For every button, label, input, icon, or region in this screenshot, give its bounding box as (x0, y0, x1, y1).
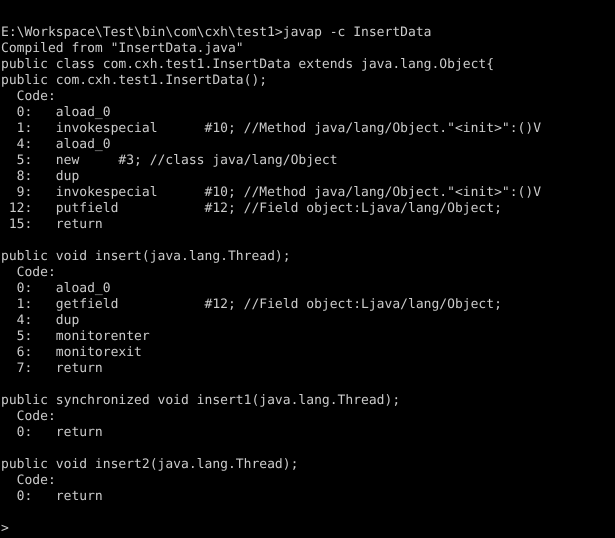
terminal-line: Code: (1, 265, 56, 280)
terminal-line: 0: aload_0 (1, 281, 111, 296)
terminal-window[interactable]: E:\Workspace\Test\bin\com\cxh\test1>java… (0, 0, 615, 538)
terminal-line: public synchronized void insert1(java.la… (1, 393, 401, 408)
terminal-line: Compiled from "InsertData.java" (1, 41, 244, 56)
terminal-line: 4: dup (1, 313, 80, 328)
terminal-line: 15: return (1, 217, 103, 232)
terminal-line: 12: putfield #12; //Field object:Ljava/l… (1, 201, 502, 216)
terminal-line: 5: new #3; //class java/lang/Object (1, 153, 338, 168)
terminal-output[interactable]: E:\Workspace\Test\bin\com\cxh\test1>java… (1, 25, 615, 537)
terminal-line: Code: (1, 409, 56, 424)
terminal-line: E:\Workspace\Test\bin\com\cxh\test1>java… (1, 25, 432, 40)
terminal-line: > (1, 521, 9, 536)
terminal-line: 1: invokespecial #10; //Method java/lang… (1, 121, 542, 136)
terminal-line: public void insert(java.lang.Thread); (1, 249, 291, 264)
terminal-line: 5: monitorenter (1, 329, 150, 344)
terminal-line: 7: return (1, 361, 103, 376)
terminal-line: Code: (1, 89, 56, 104)
terminal-line: 6: monitorexit (1, 345, 142, 360)
terminal-line: public void insert2(java.lang.Thread); (1, 457, 299, 472)
terminal-line: 0: aload_0 (1, 105, 111, 120)
terminal-line: public com.cxh.test1.InsertData(); (1, 73, 268, 88)
terminal-line: 4: aload_0 (1, 137, 111, 152)
terminal-line: 0: return (1, 489, 103, 504)
terminal-line: 9: invokespecial #10; //Method java/lang… (1, 185, 542, 200)
terminal-line: 8: dup (1, 169, 80, 184)
terminal-line: 1: getfield #12; //Field object:Ljava/la… (1, 297, 502, 312)
terminal-line: Code: (1, 473, 56, 488)
terminal-line: 0: return (1, 425, 103, 440)
terminal-line: public class com.cxh.test1.InsertData ex… (1, 57, 495, 72)
